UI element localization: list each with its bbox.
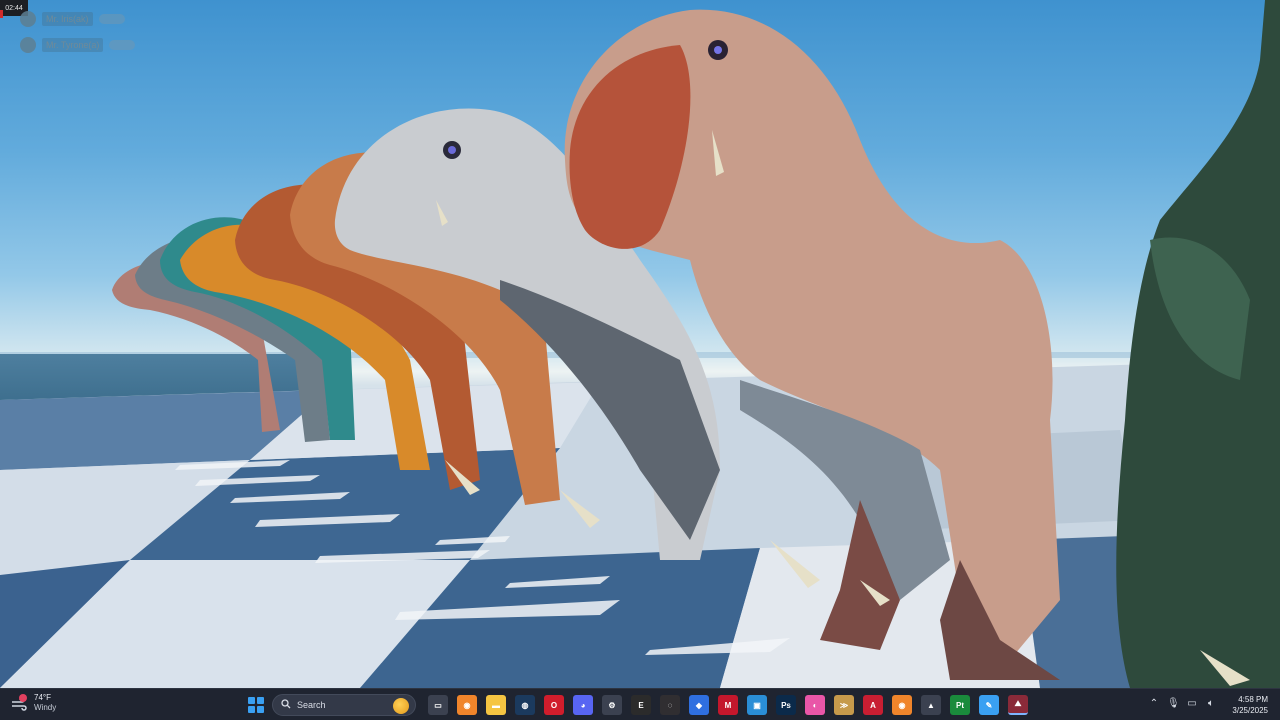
ark-dev-kit-icon[interactable]: ⛰	[1008, 695, 1028, 715]
blender-icon[interactable]: ◉	[457, 695, 477, 715]
weather-widget[interactable]: 74°F Windy	[10, 693, 56, 713]
player-avatar	[20, 37, 36, 53]
clock-time: 4:58 PM	[1238, 695, 1268, 704]
steam-icon[interactable]: ◍	[515, 695, 535, 715]
windows-logo-tile	[257, 706, 264, 713]
windows-logo-tile	[257, 697, 264, 704]
windows-logo-tile	[248, 697, 255, 704]
player-row: Mr. Iris(ak)	[20, 10, 125, 28]
wing-app-icon[interactable]: ≫	[834, 695, 854, 715]
task-view-icon[interactable]: ▭	[428, 695, 448, 715]
opera-icon[interactable]: O	[544, 695, 564, 715]
chevron-up-icon[interactable]: ⌃	[1148, 698, 1160, 710]
paint-app-icon[interactable]: ◐	[805, 695, 825, 715]
search-label: Search	[297, 700, 326, 710]
file-explorer-icon[interactable]: ▬	[486, 695, 506, 715]
game-viewport[interactable]: 02:44 Mr. Iris(ak) Mr. Tyrone(a)	[0, 0, 1280, 688]
player-status-pill	[109, 40, 136, 50]
player-status-pill	[98, 14, 125, 24]
blender-alt-icon[interactable]: ◉	[892, 695, 912, 715]
shield-app-icon[interactable]: ◆	[689, 695, 709, 715]
dev-kit-icon[interactable]: ▲	[921, 695, 941, 715]
player-name: Mr. Tyrone(a)	[42, 38, 104, 52]
taskbar-clock[interactable]: 4:58 PM 3/25/2025	[1224, 694, 1268, 716]
notification-badge	[19, 694, 27, 702]
microphone-icon[interactable]: 🎙︎	[1167, 698, 1180, 710]
mail-app-icon[interactable]: M	[718, 695, 738, 715]
ark-app-icon[interactable]: A	[863, 695, 883, 715]
obs-icon[interactable]: ◌	[660, 695, 680, 715]
weather-wind-icon	[10, 694, 28, 712]
clock-date: 3/25/2025	[1232, 706, 1268, 715]
volume-icon[interactable]: 🔈︎	[1205, 698, 1217, 710]
dinosaur-lineup	[112, 0, 1280, 688]
weather-temperature: 74°F	[34, 693, 51, 702]
settings-gear-icon[interactable]: ⚙	[602, 695, 622, 715]
recording-indicator	[0, 10, 3, 18]
photoshop-icon[interactable]: Ps	[776, 695, 796, 715]
taskbar: 74°F Windy Search ▭ ◉ ▬ ◍ O ◕ ⚙ E ◌ ◆ M ▣ Ps ◐ ≫ A ◉ ▲ Pt ✎…	[0, 688, 1280, 720]
player-avatar	[20, 11, 36, 27]
windows-logo-tile	[248, 706, 255, 713]
discord-icon[interactable]: ◕	[573, 695, 593, 715]
epic-games-icon[interactable]: E	[631, 695, 651, 715]
start-button[interactable]	[248, 697, 264, 713]
notes-app-icon[interactable]: ✎	[979, 695, 999, 715]
network-icon[interactable]: ▭	[1186, 698, 1198, 710]
taskbar-search[interactable]: Search	[272, 694, 416, 716]
search-highlight-icon	[393, 698, 409, 714]
player-name: Mr. Iris(ak)	[42, 12, 93, 26]
player-row: Mr. Tyrone(a)	[20, 36, 136, 54]
pycharm-icon[interactable]: Pt	[950, 695, 970, 715]
search-icon	[281, 696, 291, 714]
image-viewer-icon[interactable]: ▣	[747, 695, 767, 715]
system-tray: ⌃ 🎙︎ ▭ 🔈︎	[1148, 698, 1217, 710]
weather-condition: Windy	[34, 703, 57, 712]
